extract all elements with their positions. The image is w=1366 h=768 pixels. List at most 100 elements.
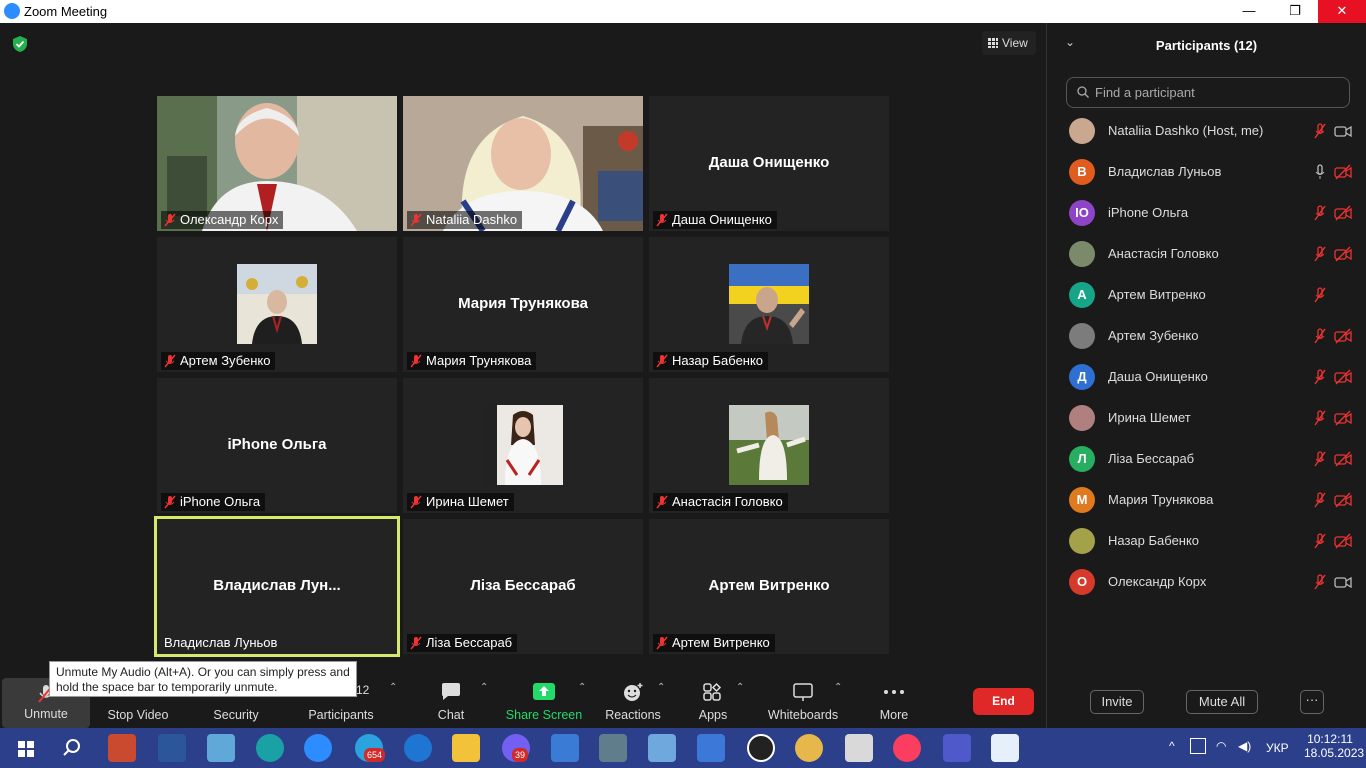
reactions-options-caret[interactable]: ⌃ (654, 668, 670, 728)
encryption-shield-icon[interactable] (11, 35, 29, 53)
participant-search-input[interactable]: Find a participant (1066, 77, 1350, 108)
video-tile[interactable]: Анастасія Головко (649, 378, 889, 513)
windows-start-icon[interactable] (12, 734, 40, 762)
edge-legacy-icon[interactable] (404, 734, 432, 762)
network-alert-icon[interactable] (1190, 738, 1206, 754)
search-icon[interactable] (58, 734, 86, 762)
app-icon[interactable] (697, 734, 725, 762)
active-speaker-tile[interactable]: Владислав Лун... Владислав Луньов (154, 516, 400, 657)
panel-title: Participants (12) (1155, 38, 1258, 53)
participant-row[interactable]: Ирина Шемет (1047, 398, 1366, 439)
camera-off-icon (1334, 164, 1352, 180)
clock[interactable]: 10:12:11 18.05.2023 (1304, 732, 1364, 760)
share-options-caret[interactable]: ⌃ (575, 668, 591, 728)
zoom-logo-icon (4, 3, 20, 19)
participant-row[interactable]: Л Ліза Бессараб (1047, 439, 1366, 480)
chevron-up-icon: ⌃ (578, 682, 587, 693)
mic-muted-icon (410, 636, 422, 650)
windows-taskbar: 654 39 ^ ◠ ◀) УКР 10:12:11 18.05.2023 (0, 728, 1366, 768)
mic-muted-icon (656, 354, 668, 368)
video-tile[interactable]: Ирина Шемет (403, 378, 643, 513)
participant-row[interactable]: Назар Бабенко (1047, 521, 1366, 562)
avatar: A (1069, 282, 1095, 308)
invite-button[interactable]: Invite (1090, 690, 1144, 714)
video-tile[interactable]: Олександр Корх (157, 96, 397, 231)
apps-options-caret[interactable]: ⌃ (733, 668, 749, 728)
more-button[interactable]: More (868, 668, 920, 728)
video-tile[interactable]: Nataliia Dashko (403, 96, 643, 231)
video-tile[interactable]: Даша Онищенко Даша Онищенко (649, 96, 889, 231)
participant-row[interactable]: Nataliia Dashko (Host, me) (1047, 111, 1366, 152)
video-tile[interactable]: iPhone Ольга iPhone Ольга (157, 378, 397, 513)
participant-row[interactable]: A Артем Витренко (1047, 275, 1366, 316)
end-meeting-button[interactable]: End (973, 688, 1034, 715)
participant-row[interactable]: IO iPhone Ольга (1047, 193, 1366, 234)
participant-name: Даша Онищенко (1108, 369, 1208, 384)
calculator-icon[interactable] (599, 734, 627, 762)
app-icon[interactable] (207, 734, 235, 762)
volume-icon[interactable]: ◀) (1238, 739, 1251, 753)
more-options-button[interactable]: ··· (1300, 690, 1324, 714)
mic-muted-icon (1314, 287, 1326, 303)
mic-muted-icon (1314, 533, 1326, 549)
unmute-label: Unmute (24, 707, 68, 721)
whiteboards-button[interactable]: Whiteboards (765, 668, 841, 728)
tile-name-label: Ліза Бессараб (407, 634, 518, 652)
tile-big-name: Мария Трунякова (458, 295, 588, 312)
video-tile[interactable]: Мария Трунякова Мария Трунякова (403, 237, 643, 372)
participant-row[interactable]: Артем Зубенко (1047, 316, 1366, 357)
tile-name-label: Даша Онищенко (653, 211, 777, 229)
camera-off-icon (1334, 205, 1352, 221)
camera-icon (1334, 576, 1352, 589)
word-icon[interactable] (158, 734, 186, 762)
share-screen-button[interactable]: Share Screen (505, 668, 583, 728)
teams-icon[interactable] (943, 734, 971, 762)
camera-off-icon (1334, 410, 1352, 426)
camera-off-icon (1334, 533, 1352, 549)
photos-icon[interactable] (551, 734, 579, 762)
avatar: В (1069, 159, 1095, 185)
video-tile[interactable]: Ліза Бессараб Ліза Бессараб (403, 519, 643, 654)
app-icon[interactable] (845, 734, 873, 762)
video-tile[interactable]: Назар Бабенко (649, 237, 889, 372)
language-indicator[interactable]: УКР (1266, 741, 1289, 755)
avatar (1069, 528, 1095, 554)
powerpoint-icon[interactable] (108, 734, 136, 762)
whiteboards-options-caret[interactable]: ⌃ (831, 668, 847, 728)
participant-row[interactable]: O Олександр Корх (1047, 562, 1366, 603)
window-title: Zoom Meeting (24, 4, 108, 19)
restore-button[interactable]: ❐ (1272, 0, 1318, 23)
paint-icon[interactable] (795, 734, 823, 762)
close-button[interactable]: ✕ (1318, 0, 1366, 23)
participant-name: Артем Витренко (1108, 287, 1206, 302)
chevron-up-icon: ⌃ (736, 682, 745, 693)
video-tile[interactable]: Артем Зубенко (157, 237, 397, 372)
wifi-icon[interactable]: ◠ (1216, 739, 1226, 753)
participant-row[interactable]: Анастасія Головко (1047, 234, 1366, 275)
chat-options-caret[interactable]: ⌃ (477, 668, 493, 728)
participants-label: Participants (308, 708, 374, 722)
zoom-taskbar-icon[interactable] (304, 734, 332, 762)
edge-icon[interactable] (256, 734, 284, 762)
app-icon[interactable] (648, 734, 676, 762)
chat-button[interactable]: Chat (420, 668, 482, 728)
file-explorer-icon[interactable] (452, 734, 480, 762)
chevron-up-icon: ⌃ (657, 682, 666, 693)
participant-row[interactable]: В Владислав Луньов (1047, 152, 1366, 193)
video-tile[interactable]: Артем Витренко Артем Витренко (649, 519, 889, 654)
record-icon[interactable] (747, 734, 775, 762)
mic-muted-icon (410, 213, 422, 227)
apps-button[interactable]: Apps (690, 668, 736, 728)
minimize-button[interactable]: — (1226, 0, 1272, 23)
participant-row[interactable]: M Мария Трунякова (1047, 480, 1366, 521)
mute-all-button[interactable]: Mute All (1186, 690, 1258, 714)
mic-muted-icon (1314, 574, 1326, 590)
avatar (1069, 323, 1095, 349)
participant-row[interactable]: Д Даша Онищенко (1047, 357, 1366, 398)
participants-options-caret[interactable]: ⌃ (386, 668, 402, 728)
chevron-up-icon[interactable]: ^ (1169, 739, 1175, 753)
mic-muted-icon (164, 354, 176, 368)
view-button[interactable]: View (982, 31, 1036, 55)
app-icon[interactable] (991, 734, 1019, 762)
music-icon[interactable] (893, 734, 921, 762)
